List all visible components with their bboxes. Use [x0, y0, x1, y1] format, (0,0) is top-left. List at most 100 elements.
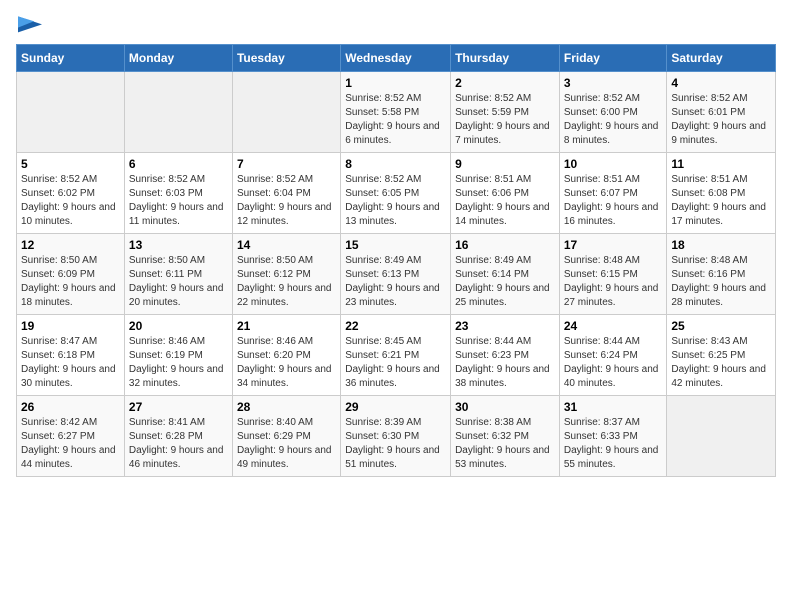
- calendar-cell: 26 Sunrise: 8:42 AM Sunset: 6:27 PM Dayli…: [17, 396, 125, 477]
- calendar-cell: 5 Sunrise: 8:52 AM Sunset: 6:02 PM Daylig…: [17, 153, 125, 234]
- calendar-cell: 4 Sunrise: 8:52 AM Sunset: 6:01 PM Daylig…: [667, 72, 776, 153]
- weekday-header: Wednesday: [341, 45, 451, 72]
- calendar-cell: 14 Sunrise: 8:50 AM Sunset: 6:12 PM Dayli…: [232, 234, 340, 315]
- day-number: 27: [129, 400, 228, 414]
- day-number: 1: [345, 76, 446, 90]
- calendar-cell: 24 Sunrise: 8:44 AM Sunset: 6:24 PM Dayli…: [559, 315, 667, 396]
- calendar-cell: 31 Sunrise: 8:37 AM Sunset: 6:33 PM Dayli…: [559, 396, 667, 477]
- day-info: Sunrise: 8:52 AM Sunset: 6:01 PM Dayligh…: [671, 92, 771, 148]
- day-number: 13: [129, 238, 228, 252]
- day-number: 8: [345, 157, 446, 171]
- day-info: Sunrise: 8:39 AM Sunset: 6:30 PM Dayligh…: [345, 416, 446, 472]
- calendar-cell: 6 Sunrise: 8:52 AM Sunset: 6:03 PM Daylig…: [124, 153, 232, 234]
- weekday-header: Friday: [559, 45, 667, 72]
- day-number: 4: [671, 76, 771, 90]
- day-info: Sunrise: 8:52 AM Sunset: 6:05 PM Dayligh…: [345, 173, 446, 229]
- day-info: Sunrise: 8:44 AM Sunset: 6:24 PM Dayligh…: [564, 335, 663, 391]
- day-info: Sunrise: 8:52 AM Sunset: 6:04 PM Dayligh…: [237, 173, 336, 229]
- day-info: Sunrise: 8:42 AM Sunset: 6:27 PM Dayligh…: [21, 416, 120, 472]
- day-info: Sunrise: 8:52 AM Sunset: 6:02 PM Dayligh…: [21, 173, 120, 229]
- calendar-cell: 27 Sunrise: 8:41 AM Sunset: 6:28 PM Dayli…: [124, 396, 232, 477]
- day-info: Sunrise: 8:50 AM Sunset: 6:12 PM Dayligh…: [237, 254, 336, 310]
- day-number: 3: [564, 76, 663, 90]
- calendar-cell: 29 Sunrise: 8:39 AM Sunset: 6:30 PM Dayli…: [341, 396, 451, 477]
- day-number: 11: [671, 157, 771, 171]
- calendar-cell: 18Sunrise: 8:48 AM Sunset: 6:16 PM Dayli…: [667, 234, 776, 315]
- weekday-header: Thursday: [451, 45, 560, 72]
- calendar-cell: 23 Sunrise: 8:44 AM Sunset: 6:23 PM Dayli…: [451, 315, 560, 396]
- day-number: 6: [129, 157, 228, 171]
- calendar-cell: [232, 72, 340, 153]
- day-number: 5: [21, 157, 120, 171]
- day-number: 2: [455, 76, 555, 90]
- day-number: 10: [564, 157, 663, 171]
- day-number: 19: [21, 319, 120, 333]
- calendar-cell: 13 Sunrise: 8:50 AM Sunset: 6:11 PM Dayli…: [124, 234, 232, 315]
- calendar-cell: 22 Sunrise: 8:45 AM Sunset: 6:21 PM Dayli…: [341, 315, 451, 396]
- weekday-header: Tuesday: [232, 45, 340, 72]
- calendar-cell: 12 Sunrise: 8:50 AM Sunset: 6:09 PM Dayli…: [17, 234, 125, 315]
- calendar-cell: 30 Sunrise: 8:38 AM Sunset: 6:32 PM Dayli…: [451, 396, 560, 477]
- header: [16, 16, 776, 36]
- day-number: 12: [21, 238, 120, 252]
- day-info: Sunrise: 8:38 AM Sunset: 6:32 PM Dayligh…: [455, 416, 555, 472]
- calendar-cell: 3 Sunrise: 8:52 AM Sunset: 6:00 PM Daylig…: [559, 72, 667, 153]
- calendar-cell: 1 Sunrise: 8:52 AM Sunset: 5:58 PM Daylig…: [341, 72, 451, 153]
- calendar-week-row: 26 Sunrise: 8:42 AM Sunset: 6:27 PM Dayli…: [17, 396, 776, 477]
- day-info: Sunrise: 8:52 AM Sunset: 5:59 PM Dayligh…: [455, 92, 555, 148]
- day-number: 30: [455, 400, 555, 414]
- calendar-cell: [124, 72, 232, 153]
- day-number: 28: [237, 400, 336, 414]
- day-number: 24: [564, 319, 663, 333]
- day-info: Sunrise: 8:45 AM Sunset: 6:21 PM Dayligh…: [345, 335, 446, 391]
- day-number: 31: [564, 400, 663, 414]
- day-info: Sunrise: 8:51 AM Sunset: 6:07 PM Dayligh…: [564, 173, 663, 229]
- day-number: 14: [237, 238, 336, 252]
- weekday-header: Sunday: [17, 45, 125, 72]
- day-info: Sunrise: 8:52 AM Sunset: 6:00 PM Dayligh…: [564, 92, 663, 148]
- day-number: 23: [455, 319, 555, 333]
- calendar-week-row: 5 Sunrise: 8:52 AM Sunset: 6:02 PM Daylig…: [17, 153, 776, 234]
- day-number: 17: [564, 238, 663, 252]
- calendar-week-row: 19Sunrise: 8:47 AM Sunset: 6:18 PM Dayli…: [17, 315, 776, 396]
- day-number: 22: [345, 319, 446, 333]
- day-info: Sunrise: 8:46 AM Sunset: 6:19 PM Dayligh…: [129, 335, 228, 391]
- day-number: 26: [21, 400, 120, 414]
- day-info: Sunrise: 8:50 AM Sunset: 6:09 PM Dayligh…: [21, 254, 120, 310]
- day-number: 20: [129, 319, 228, 333]
- day-info: Sunrise: 8:52 AM Sunset: 5:58 PM Dayligh…: [345, 92, 446, 148]
- day-number: 29: [345, 400, 446, 414]
- calendar-cell: 19Sunrise: 8:47 AM Sunset: 6:18 PM Dayli…: [17, 315, 125, 396]
- day-info: Sunrise: 8:37 AM Sunset: 6:33 PM Dayligh…: [564, 416, 663, 472]
- calendar-week-row: 12 Sunrise: 8:50 AM Sunset: 6:09 PM Dayli…: [17, 234, 776, 315]
- calendar-cell: 2 Sunrise: 8:52 AM Sunset: 5:59 PM Daylig…: [451, 72, 560, 153]
- weekday-header: Saturday: [667, 45, 776, 72]
- day-number: 18: [671, 238, 771, 252]
- day-info: Sunrise: 8:51 AM Sunset: 6:06 PM Dayligh…: [455, 173, 555, 229]
- day-info: Sunrise: 8:46 AM Sunset: 6:20 PM Dayligh…: [237, 335, 336, 391]
- calendar-cell: 20 Sunrise: 8:46 AM Sunset: 6:19 PM Dayli…: [124, 315, 232, 396]
- calendar-cell: 21 Sunrise: 8:46 AM Sunset: 6:20 PM Dayli…: [232, 315, 340, 396]
- day-number: 7: [237, 157, 336, 171]
- calendar-cell: 28 Sunrise: 8:40 AM Sunset: 6:29 PM Dayli…: [232, 396, 340, 477]
- calendar-cell: 8 Sunrise: 8:52 AM Sunset: 6:05 PM Daylig…: [341, 153, 451, 234]
- calendar-cell: 16 Sunrise: 8:49 AM Sunset: 6:14 PM Dayli…: [451, 234, 560, 315]
- day-number: 16: [455, 238, 555, 252]
- logo: [16, 16, 42, 36]
- weekday-header: Monday: [124, 45, 232, 72]
- day-info: Sunrise: 8:44 AM Sunset: 6:23 PM Dayligh…: [455, 335, 555, 391]
- day-info: Sunrise: 8:49 AM Sunset: 6:14 PM Dayligh…: [455, 254, 555, 310]
- day-number: 21: [237, 319, 336, 333]
- day-info: Sunrise: 8:40 AM Sunset: 6:29 PM Dayligh…: [237, 416, 336, 472]
- day-info: Sunrise: 8:50 AM Sunset: 6:11 PM Dayligh…: [129, 254, 228, 310]
- day-info: Sunrise: 8:48 AM Sunset: 6:15 PM Dayligh…: [564, 254, 663, 310]
- calendar-week-row: 1 Sunrise: 8:52 AM Sunset: 5:58 PM Daylig…: [17, 72, 776, 153]
- day-info: Sunrise: 8:51 AM Sunset: 6:08 PM Dayligh…: [671, 173, 771, 229]
- calendar-cell: 25Sunrise: 8:43 AM Sunset: 6:25 PM Dayli…: [667, 315, 776, 396]
- calendar-cell: [667, 396, 776, 477]
- day-info: Sunrise: 8:41 AM Sunset: 6:28 PM Dayligh…: [129, 416, 228, 472]
- calendar-cell: 11 Sunrise: 8:51 AM Sunset: 6:08 PM Dayli…: [667, 153, 776, 234]
- day-info: Sunrise: 8:52 AM Sunset: 6:03 PM Dayligh…: [129, 173, 228, 229]
- day-number: 9: [455, 157, 555, 171]
- calendar-cell: [17, 72, 125, 153]
